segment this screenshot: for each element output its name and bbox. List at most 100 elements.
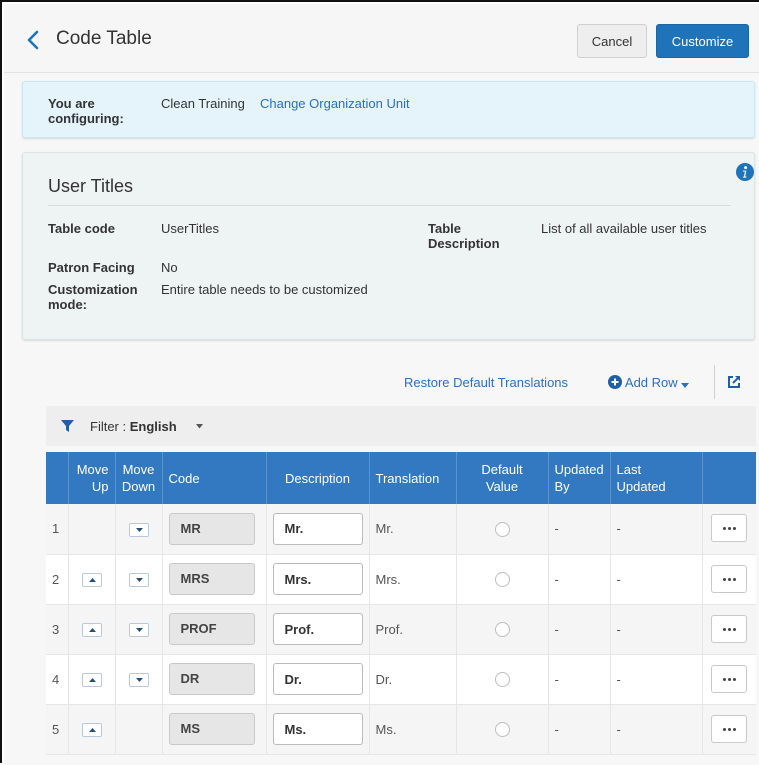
row-number: 2	[46, 554, 69, 605]
move-down-cell	[115, 554, 163, 605]
default-value-cell	[456, 504, 549, 555]
code-field: MRS	[168, 563, 255, 595]
actions-cell	[702, 604, 756, 655]
description-input[interactable]	[272, 713, 363, 745]
translation-cell: Prof.	[369, 604, 457, 655]
translation-cell: Mrs.	[369, 554, 457, 605]
actions-cell	[702, 504, 756, 555]
page-frame: Code Table Cancel Customize You are conf…	[0, 0, 759, 765]
move-up-cell	[68, 704, 116, 755]
column-header-description[interactable]: Description	[266, 452, 370, 504]
last-updated-cell: -	[610, 554, 703, 605]
column-header-updated-by: Updated By	[548, 452, 611, 504]
change-organization-unit-link[interactable]: Change Organization Unit	[260, 96, 410, 111]
translation-cell: Mr.	[369, 504, 457, 555]
table-row: 2 MRS Mrs. - -	[46, 554, 756, 605]
table-header-row: Move Up Move Down Code Description Trans…	[46, 452, 756, 504]
description-cell	[266, 604, 370, 655]
chevron-left-icon[interactable]	[26, 30, 40, 50]
move-up-button[interactable]	[81, 572, 102, 587]
move-down-cell	[115, 704, 163, 755]
last-updated-cell: -	[610, 704, 703, 755]
cancel-button[interactable]: Cancel	[577, 24, 647, 58]
updated-by-cell: -	[548, 604, 611, 655]
default-value-cell	[456, 654, 549, 705]
customization-mode-value: Entire table needs to be customized	[161, 282, 368, 297]
caret-down-icon[interactable]	[196, 424, 203, 429]
move-up-cell	[68, 554, 116, 605]
code-cell: PROF	[162, 604, 267, 655]
actions-cell	[702, 704, 756, 755]
move-down-button[interactable]	[128, 522, 149, 537]
default-value-radio[interactable]	[494, 572, 510, 588]
description-input[interactable]	[272, 663, 363, 695]
actions-cell	[702, 654, 756, 705]
description-input[interactable]	[272, 512, 363, 545]
description-input[interactable]	[272, 613, 363, 645]
updated-by-cell: -	[548, 704, 611, 755]
description-input[interactable]	[272, 563, 363, 595]
table-row: 5 MS Ms. - -	[46, 704, 756, 755]
move-down-button[interactable]	[128, 572, 149, 587]
filter-language[interactable]: Filter : English	[90, 419, 177, 434]
move-down-button[interactable]	[128, 622, 149, 637]
description-cell	[266, 504, 370, 555]
row-actions-button[interactable]	[711, 664, 748, 693]
column-header-code[interactable]: Code	[162, 452, 267, 504]
customize-button[interactable]: Customize	[656, 24, 749, 58]
code-field: DR	[168, 663, 255, 695]
arrow-down-icon	[135, 527, 143, 532]
column-header-move-up: Move Up	[68, 452, 116, 504]
last-updated-cell: -	[610, 604, 703, 655]
code-cell: MRS	[162, 554, 267, 605]
table-code-value: UserTitles	[161, 221, 220, 236]
arrow-up-icon	[88, 627, 96, 632]
updated-by-cell: -	[548, 554, 611, 605]
table-row: 4 DR Dr. - -	[46, 654, 756, 705]
row-number: 5	[46, 704, 69, 755]
page-title: Code Table	[56, 28, 152, 49]
default-value-radio[interactable]	[494, 672, 510, 688]
filter-bar: Filter : English	[46, 406, 756, 446]
column-header-last-updated: Last Updated	[610, 452, 703, 504]
move-down-button[interactable]	[128, 672, 149, 687]
default-value-cell	[456, 604, 549, 655]
move-up-button[interactable]	[81, 672, 102, 687]
move-up-button[interactable]	[81, 722, 102, 737]
description-cell	[266, 554, 370, 605]
code-cell: MR	[162, 504, 267, 555]
updated-by-cell: -	[548, 654, 611, 705]
column-header-translation[interactable]: Translation	[369, 452, 457, 504]
organization-unit: Clean Training	[161, 96, 245, 111]
restore-default-translations-link[interactable]: Restore Default Translations	[404, 375, 568, 390]
row-actions-button[interactable]	[711, 514, 748, 543]
arrow-down-icon	[135, 677, 143, 682]
column-header-number	[46, 452, 69, 504]
move-down-cell	[115, 504, 163, 555]
last-updated-cell: -	[610, 504, 703, 555]
description-cell	[266, 654, 370, 705]
default-value-radio[interactable]	[494, 722, 510, 738]
translation-cell: Ms.	[369, 704, 457, 755]
table-description-label: Table Description	[428, 221, 500, 251]
default-value-radio[interactable]	[494, 521, 510, 537]
updated-by-cell: -	[548, 504, 611, 555]
plus-circle-icon	[608, 375, 622, 389]
move-up-cell	[68, 504, 116, 555]
default-value-cell	[456, 554, 549, 605]
move-up-button[interactable]	[81, 622, 102, 637]
default-value-radio[interactable]	[494, 622, 510, 638]
row-actions-button[interactable]	[711, 714, 748, 743]
row-actions-button[interactable]	[711, 564, 748, 593]
arrow-up-icon	[88, 727, 96, 732]
row-actions-button[interactable]	[711, 614, 748, 643]
table-details-panel: User Titles Table code UserTitles Table …	[22, 152, 755, 340]
column-header-actions	[702, 452, 756, 504]
arrow-down-icon	[135, 577, 143, 582]
code-field: MR	[168, 512, 255, 545]
description-cell	[266, 704, 370, 755]
add-row-button[interactable]: Add Row	[608, 375, 690, 390]
external-link-icon[interactable]	[727, 375, 741, 389]
info-icon[interactable]	[736, 163, 754, 181]
last-updated-cell: -	[610, 654, 703, 705]
